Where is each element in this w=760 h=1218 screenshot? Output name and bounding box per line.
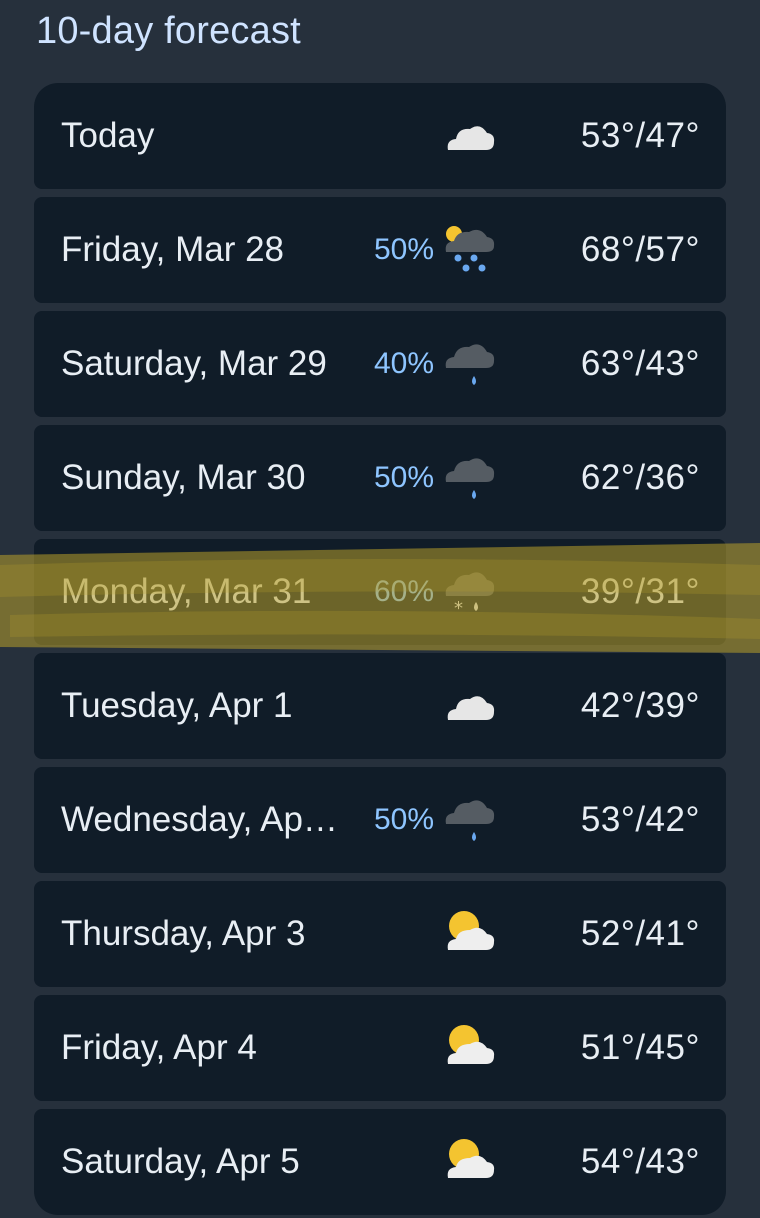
forecast-row[interactable]: Thursday, Apr 3 52°/41°: [34, 881, 726, 987]
forecast-list: Today 53°/47° Friday, Mar 28 50% 68°/57°…: [34, 83, 726, 1215]
temps-high-low: 63°/43°: [580, 344, 700, 383]
day-label: Thursday, Apr 3: [61, 914, 306, 953]
cloudy-icon: [447, 696, 495, 720]
temps-high-low: 53°/47°: [580, 116, 700, 155]
rain-cloud-icon: [445, 458, 495, 499]
page-title: 10-day forecast: [36, 10, 301, 52]
precip-chance: 40%: [373, 347, 434, 380]
forecast-row[interactable]: Today 53°/47°: [34, 83, 726, 189]
forecast-page: 10-day forecast Today 53°/47° Friday, Ma…: [0, 0, 760, 1218]
forecast-row[interactable]: Tuesday, Apr 1 42°/39°: [34, 653, 726, 759]
partly-sunny-rain-icon: [445, 226, 495, 272]
temps-high-low: 53°/42°: [580, 800, 700, 839]
day-label: Saturday, Mar 29: [61, 344, 327, 383]
forecast-row[interactable]: Sunday, Mar 30 50% 62°/36°: [34, 425, 726, 531]
day-label: Tuesday, Apr 1: [61, 686, 293, 725]
temps-high-low: 68°/57°: [580, 230, 700, 269]
partly-cloudy-icon: [447, 1139, 495, 1178]
temps-high-low: 54°/43°: [580, 1142, 700, 1181]
day-label: Wednesday, Ap…: [61, 800, 338, 839]
precip-chance: 50%: [373, 233, 434, 266]
rain-cloud-icon: [445, 800, 495, 841]
forecast-row[interactable]: Friday, Mar 28 50% 68°/57°: [34, 197, 726, 303]
temps-high-low: 42°/39°: [580, 686, 700, 725]
partly-cloudy-icon: [447, 911, 495, 950]
temps-high-low: 62°/36°: [580, 458, 700, 497]
precip-chance: 60%: [373, 575, 434, 608]
day-label: Today: [61, 116, 155, 155]
partly-cloudy-icon: [447, 1025, 495, 1064]
cloudy-icon: [447, 126, 495, 150]
temps-high-low: 52°/41°: [580, 914, 700, 953]
forecast-row[interactable]: Friday, Apr 4 51°/45°: [34, 995, 726, 1101]
precip-chance: 50%: [373, 461, 434, 494]
day-label: Friday, Mar 28: [61, 230, 285, 269]
day-label: Friday, Apr 4: [61, 1028, 257, 1067]
temps-high-low: 51°/45°: [580, 1028, 700, 1067]
forecast-row[interactable]: Monday, Mar 31 60% * 39°/31°: [34, 539, 726, 645]
day-label: Monday, Mar 31: [61, 572, 312, 611]
day-label: Sunday, Mar 30: [61, 458, 306, 497]
forecast-row[interactable]: Saturday, Mar 29 40% 63°/43°: [34, 311, 726, 417]
snow-rain-icon: *: [445, 572, 495, 619]
rain-cloud-icon: [445, 344, 495, 385]
temps-high-low: 39°/31°: [580, 572, 700, 611]
svg-text:*: *: [454, 598, 463, 619]
forecast-row[interactable]: Wednesday, Ap… 50% 53°/42°: [34, 767, 726, 873]
forecast-row[interactable]: Saturday, Apr 5 54°/43°: [34, 1109, 726, 1215]
precip-chance: 50%: [373, 803, 434, 836]
day-label: Saturday, Apr 5: [61, 1142, 300, 1181]
